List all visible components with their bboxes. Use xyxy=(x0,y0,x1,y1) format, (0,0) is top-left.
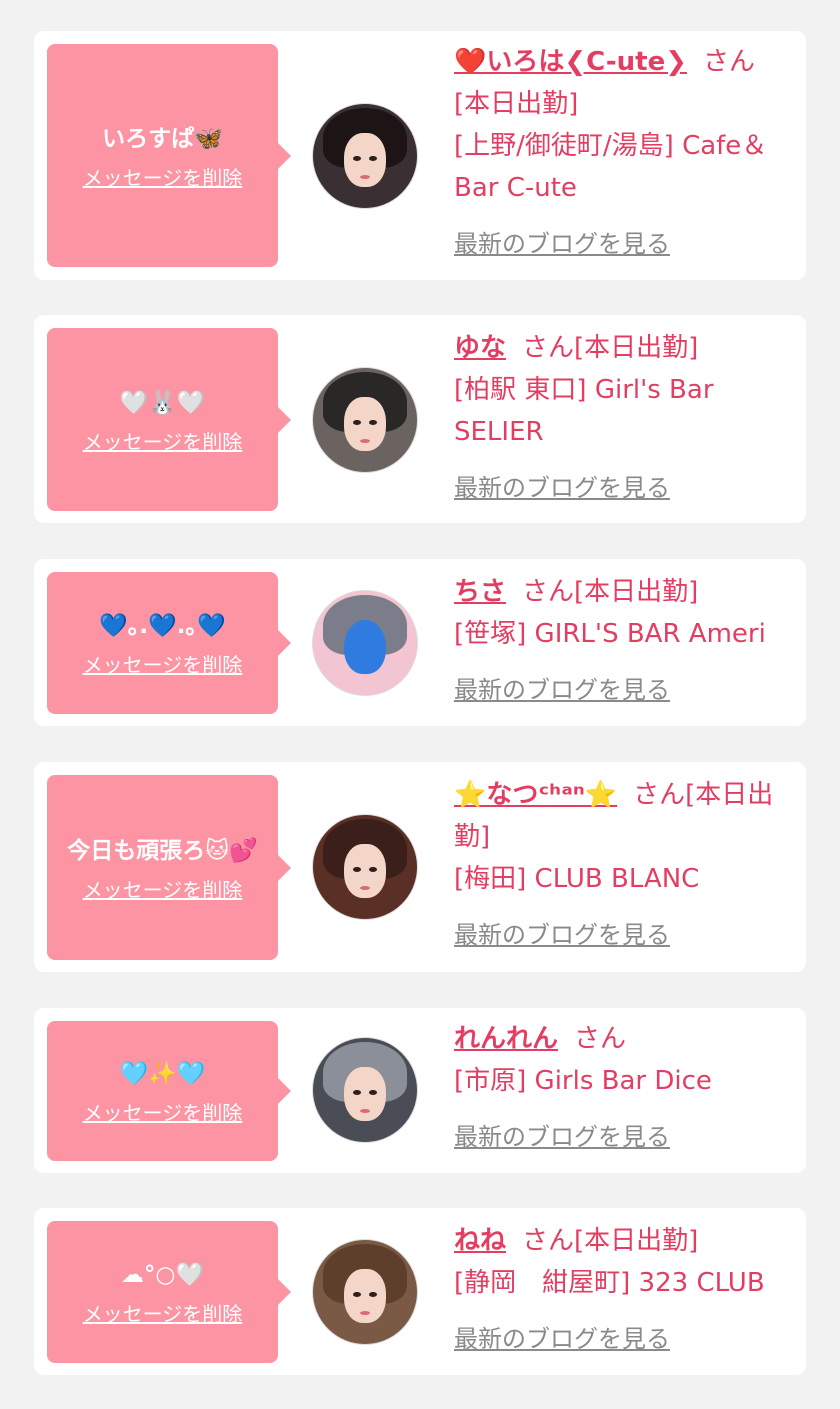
message-text: 🤍🐰🤍 xyxy=(119,389,206,416)
latest-blog-link[interactable]: 最新のブログを見る xyxy=(454,467,670,509)
avatar[interactable] xyxy=(312,814,418,920)
name-suffix: さん xyxy=(574,1024,627,1054)
status-line: [本日出勤] xyxy=(454,89,579,119)
delete-message-link[interactable]: メッセージを削除 xyxy=(83,1101,243,1125)
delete-message-link[interactable]: メッセージを削除 xyxy=(83,166,243,190)
delete-message-link[interactable]: メッセージを削除 xyxy=(83,1302,243,1326)
message-text: 💙｡.💙.｡💙 xyxy=(99,613,226,639)
delete-message-link[interactable]: メッセージを削除 xyxy=(83,878,243,902)
shop-line: [市原] Girls Bar Dice xyxy=(454,1066,712,1096)
item-info: ❤️いろは❮C-ute❯ さん [本日出勤] [上野/御徒町/湯島] Cafe＆B… xyxy=(454,41,799,265)
profile-name-link[interactable]: ゆな xyxy=(454,333,506,363)
list-item: いろすぱ🦋 メッセージを削除 ❤️いろは❮C-ute❯ さん [本日出勤] [上野… xyxy=(34,31,806,280)
latest-blog-link[interactable]: 最新のブログを見る xyxy=(454,1318,670,1360)
avatar[interactable] xyxy=(312,103,418,209)
latest-blog-link[interactable]: 最新のブログを見る xyxy=(454,914,670,956)
name-suffix: さん[本日出勤] xyxy=(522,1226,699,1256)
profile-name-link[interactable]: ねね xyxy=(454,1226,506,1256)
list-item: 今日も頑張ろ🐱💕 メッセージを削除 ⭐️なつᶜʰᵃⁿ⭐️ さん[本日出勤] [梅田… xyxy=(34,762,806,972)
item-info: ゆな さん[本日出勤] [柏駅 東口] Girl's Bar SELIER 最新の… xyxy=(454,327,799,509)
profile-name-link[interactable]: ちさ xyxy=(454,577,506,607)
list-item: 💙｡.💙.｡💙 メッセージを削除 ちさ さん[本日出勤] [笹塚] GIRL'S … xyxy=(34,559,806,726)
name-suffix: さん xyxy=(703,47,756,77)
profile-name-link[interactable]: ❤️いろは❮C-ute❯ xyxy=(454,47,687,77)
avatar-face xyxy=(344,844,386,899)
message-text: 🩵✨🩵 xyxy=(119,1061,206,1087)
avatar-face xyxy=(344,1067,386,1122)
list-item: 🤍🐰🤍 メッセージを削除 ゆな さん[本日出勤] [柏駅 東口] Girl's B… xyxy=(34,315,806,523)
item-info: ねね さん[本日出勤] [静岡 紺屋町] 323 CLUB 最新のブログを見る xyxy=(454,1220,799,1360)
shop-line: [上野/御徒町/湯島] Cafe＆Bar C-ute xyxy=(454,131,768,203)
item-info: ちさ さん[本日出勤] [笹塚] GIRL'S BAR Ameri 最新のブログを… xyxy=(454,571,799,711)
shop-line: [静岡 紺屋町] 323 CLUB xyxy=(454,1268,765,1298)
shop-line: [梅田] CLUB BLANC xyxy=(454,864,700,894)
profile-name-link[interactable]: ⭐️なつᶜʰᵃⁿ⭐️ xyxy=(454,780,617,810)
message-bubble: 💙｡.💙.｡💙 メッセージを削除 xyxy=(47,572,291,714)
profile-name-link[interactable]: れんれん xyxy=(454,1024,558,1054)
avatar[interactable] xyxy=(312,1037,418,1143)
delete-message-link[interactable]: メッセージを削除 xyxy=(83,653,243,677)
shop-line: [笹塚] GIRL'S BAR Ameri xyxy=(454,619,766,649)
message-list: いろすぱ🦋 メッセージを削除 ❤️いろは❮C-ute❯ さん [本日出勤] [上野… xyxy=(0,0,840,1409)
delete-message-link[interactable]: メッセージを削除 xyxy=(83,430,243,454)
item-info: れんれん さん [市原] Girls Bar Dice 最新のブログを見る xyxy=(454,1018,799,1158)
message-text: ☁︎°○🤍 xyxy=(120,1262,205,1288)
latest-blog-link[interactable]: 最新のブログを見る xyxy=(454,223,670,265)
avatar-face xyxy=(344,620,386,675)
latest-blog-link[interactable]: 最新のブログを見る xyxy=(454,669,670,711)
avatar[interactable] xyxy=(312,367,418,473)
item-info: ⭐️なつᶜʰᵃⁿ⭐️ さん[本日出勤] [梅田] CLUB BLANC 最新のブロ… xyxy=(454,774,799,956)
avatar[interactable] xyxy=(312,1239,418,1345)
name-suffix: さん[本日出勤] xyxy=(522,333,699,363)
list-item: ☁︎°○🤍 メッセージを削除 ねね さん[本日出勤] [静岡 紺屋町] 323 C… xyxy=(34,1208,806,1375)
avatar-face xyxy=(344,1269,386,1324)
message-text: いろすぱ🦋 xyxy=(102,125,223,152)
shop-line: [柏駅 東口] Girl's Bar SELIER xyxy=(454,375,714,447)
message-bubble: 🩵✨🩵 メッセージを削除 xyxy=(47,1021,291,1161)
name-suffix: さん[本日出勤] xyxy=(522,577,699,607)
list-item: 🩵✨🩵 メッセージを削除 れんれん さん [市原] Girls Bar Dice … xyxy=(34,1008,806,1173)
latest-blog-link[interactable]: 最新のブログを見る xyxy=(454,1116,670,1158)
message-text: 今日も頑張ろ🐱💕 xyxy=(67,837,258,864)
avatar-face xyxy=(344,133,386,188)
message-bubble: ☁︎°○🤍 メッセージを削除 xyxy=(47,1221,291,1363)
message-bubble: 今日も頑張ろ🐱💕 メッセージを削除 xyxy=(47,775,291,960)
avatar-face xyxy=(344,397,386,452)
message-bubble: いろすぱ🦋 メッセージを削除 xyxy=(47,44,291,267)
avatar[interactable] xyxy=(312,590,418,696)
message-bubble: 🤍🐰🤍 メッセージを削除 xyxy=(47,328,291,511)
